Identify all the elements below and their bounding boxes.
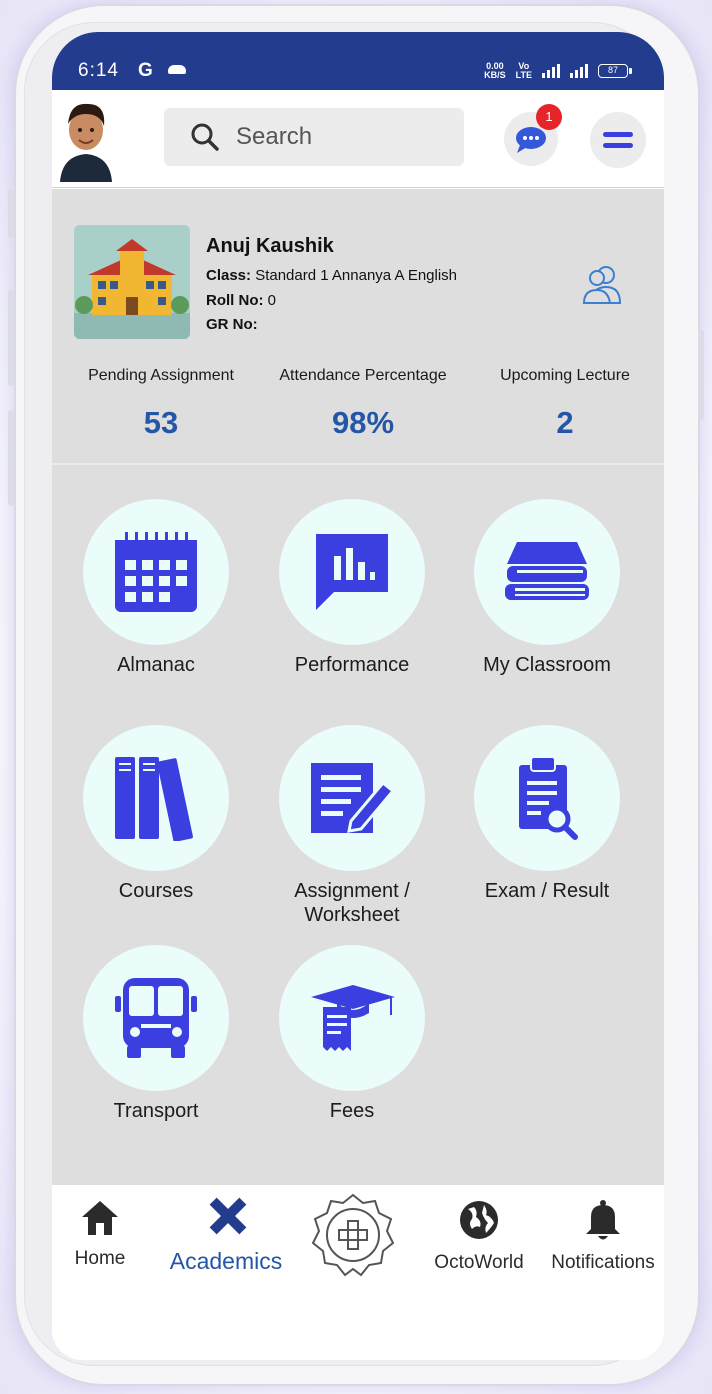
status-indicators: 0.00 KB/S Vo LTE 87: [484, 61, 632, 80]
stat-label: Pending Assignment: [88, 367, 234, 384]
class-value: Standard 1 Annanya A English: [251, 267, 458, 284]
books-stack-icon: [505, 542, 589, 600]
nav-label: Academics: [169, 1248, 283, 1274]
menu-icon: [603, 143, 633, 148]
binders-icon: [115, 757, 193, 841]
status-time: 6:14: [78, 60, 119, 81]
nav-label: Notifications: [551, 1252, 655, 1273]
calendar-icon: [115, 532, 197, 612]
nav-octoworld[interactable]: OctoWorld: [424, 1199, 534, 1274]
clipboard-search-icon: [519, 756, 578, 840]
switch-student-icon[interactable]: [580, 261, 626, 307]
stat-value: 2: [556, 405, 574, 440]
bus-icon: [115, 978, 197, 1058]
status-bar: 6:14 G 0.00 KB/S Vo LTE 87: [52, 32, 664, 90]
tile-exam-result[interactable]: Exam / Result: [457, 725, 637, 903]
tile-icon-circle: [474, 725, 620, 871]
tile-icon-circle: [474, 499, 620, 645]
cloud-icon: [168, 65, 186, 74]
stat-pending-assignment[interactable]: Pending Assignment 53: [66, 367, 256, 441]
app-screen: 6:14 G 0.00 KB/S Vo LTE 87 Search 1 Anuj…: [52, 32, 664, 1360]
tile-assignment-worksheet[interactable]: Assignment / Worksheet: [262, 725, 442, 927]
tile-label: Fees: [329, 1100, 375, 1122]
bottom-navigation: Home Academics OctoWorld Notifications: [52, 1185, 664, 1360]
gr-label: GR No:: [206, 316, 258, 333]
signal-icon: [542, 64, 560, 78]
nav-academics[interactable]: Academics: [160, 1193, 292, 1275]
student-roll: Roll No: 0: [206, 292, 276, 309]
tile-icon-circle: [83, 725, 229, 871]
tile-courses[interactable]: Courses: [66, 725, 246, 903]
tile-performance[interactable]: Performance: [262, 499, 442, 677]
student-class: Class: Standard 1 Annanya A English: [206, 267, 457, 284]
phone-side-button: [8, 190, 14, 238]
phone-side-button: [8, 290, 14, 386]
avatar[interactable]: [54, 94, 118, 182]
student-gr: GR No:: [206, 316, 258, 333]
search-input[interactable]: [236, 123, 436, 151]
tile-label: Almanac: [117, 654, 195, 676]
nav-label: Home: [74, 1248, 126, 1269]
nav-label: OctoWorld: [434, 1252, 524, 1273]
tile-icon-circle: [83, 499, 229, 645]
pencil-ruler-icon: [209, 1197, 247, 1235]
net-speed: 0.00 KB/S: [484, 61, 506, 80]
carrier-icon: G: [138, 60, 153, 81]
bell-icon: [586, 1200, 620, 1240]
volte-icon: Vo LTE: [515, 61, 532, 80]
tile-icon-circle: [83, 945, 229, 1091]
home-icon: [82, 1201, 118, 1235]
search-bar[interactable]: [164, 108, 464, 166]
student-profile-card: Anuj Kaushik Class: Standard 1 Annanya A…: [52, 189, 664, 465]
menu-icon: [603, 132, 633, 137]
roll-value: 0: [263, 292, 277, 309]
nav-home[interactable]: Home: [64, 1199, 136, 1270]
phone-side-button: [698, 330, 704, 420]
tile-fees[interactable]: Fees: [262, 945, 442, 1123]
school-building-image: [74, 225, 190, 339]
tile-transport[interactable]: Transport: [66, 945, 246, 1123]
student-name: Anuj Kaushik: [206, 235, 334, 257]
nav-notifications[interactable]: Notifications: [542, 1199, 664, 1274]
document-edit-icon: [311, 763, 395, 833]
tile-icon-circle: [279, 725, 425, 871]
nav-add-button[interactable]: [310, 1193, 396, 1282]
chat-unread-badge: 1: [536, 104, 562, 130]
chart-bubble-icon: [316, 534, 388, 610]
roll-label: Roll No:: [206, 292, 264, 309]
stat-upcoming-lecture[interactable]: Upcoming Lecture 2: [470, 367, 660, 441]
tile-almanac[interactable]: Almanac: [66, 499, 246, 677]
tile-label: Courses: [118, 880, 194, 902]
tile-label: Transport: [113, 1100, 199, 1122]
tile-icon-circle: [279, 499, 425, 645]
battery-icon: 87: [598, 64, 632, 78]
class-label: Class:: [206, 267, 252, 284]
phone-side-button: [8, 410, 14, 506]
tile-icon-circle: [279, 945, 425, 1091]
stat-value: 53: [143, 405, 179, 440]
fee-receipt-icon: [311, 985, 395, 1051]
stat-label: Upcoming Lecture: [500, 367, 630, 384]
tile-label: Exam / Result: [484, 880, 610, 902]
tile-label: My Classroom: [483, 654, 611, 676]
signal-icon: [570, 64, 588, 78]
tile-label: Assignment / Worksheet: [294, 880, 410, 926]
globe-icon: [460, 1201, 498, 1239]
tile-my-classroom[interactable]: My Classroom: [457, 499, 637, 677]
add-badge-icon: [311, 1193, 395, 1277]
tile-label: Performance: [294, 654, 410, 676]
search-icon: [191, 123, 219, 151]
stat-value: 98%: [331, 405, 395, 440]
stat-label: Attendance Percentage: [279, 367, 447, 384]
dashboard-content: Anuj Kaushik Class: Standard 1 Annanya A…: [52, 189, 664, 1185]
stat-attendance-percentage[interactable]: Attendance Percentage 98%: [268, 367, 458, 441]
menu-button[interactable]: [590, 112, 646, 168]
app-header: 1: [52, 90, 664, 188]
